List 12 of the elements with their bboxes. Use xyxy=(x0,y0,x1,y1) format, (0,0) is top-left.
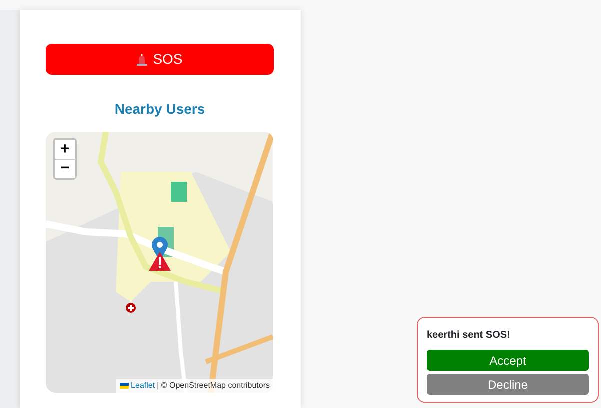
siren-icon xyxy=(137,54,148,66)
attribution-text: | © OpenStreetMap contributors xyxy=(157,380,270,392)
accept-button[interactable]: Accept xyxy=(427,350,589,371)
decline-button[interactable]: Decline xyxy=(427,374,589,395)
zoom-out-button[interactable]: − xyxy=(55,159,75,178)
notification-message: keerthi sent SOS! xyxy=(427,329,512,343)
flag-icon xyxy=(120,383,130,389)
leaflet-link[interactable]: Leaflet xyxy=(131,380,156,392)
section-title: Nearby Users xyxy=(114,100,206,119)
warning-icon xyxy=(149,252,171,271)
sos-button[interactable]: SOS xyxy=(46,44,274,75)
hospital-icon xyxy=(126,303,136,313)
